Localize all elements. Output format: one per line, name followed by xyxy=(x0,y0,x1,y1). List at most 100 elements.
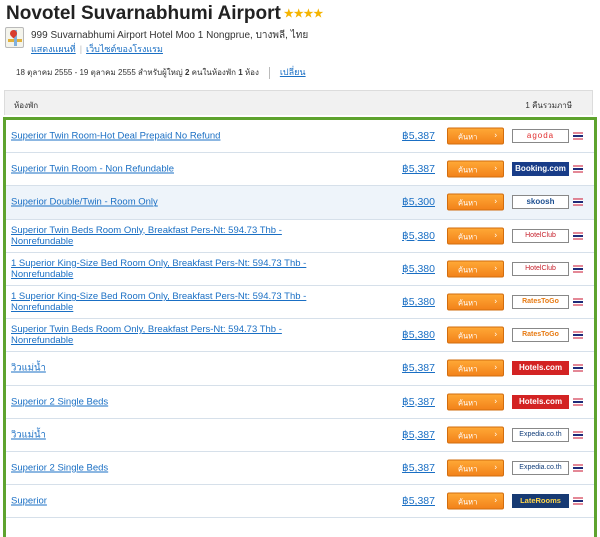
search-summary-mid: คนในห้องพัก xyxy=(189,68,239,77)
book-button-label: ค้นหา xyxy=(458,331,478,341)
price-link[interactable]: ฿5,387 xyxy=(402,495,435,507)
thai-flag-icon xyxy=(573,364,583,372)
hotel-title: Novotel Suvarnabhumi Airport ★★★★ xyxy=(6,3,323,25)
book-button[interactable]: ค้นหา › xyxy=(447,426,504,444)
book-button-label: ค้นหา xyxy=(458,132,478,142)
arrow-right-icon: › xyxy=(494,163,497,173)
results-list: Superior Twin Room-Hot Deal Prepaid No R… xyxy=(3,117,597,537)
book-button-label: ค้นหา xyxy=(458,165,478,175)
book-button[interactable]: ค้นหา › xyxy=(447,459,504,477)
hotelscom-logo[interactable]: Hotels.com xyxy=(512,361,569,376)
booking-logo[interactable]: Booking.com xyxy=(512,162,569,177)
room-name-link[interactable]: Superior 2 Single Beds xyxy=(11,462,311,473)
map-icon[interactable] xyxy=(5,27,24,48)
arrow-right-icon: › xyxy=(494,362,497,372)
room-name-link[interactable]: วิวแม่น้ำ xyxy=(11,363,311,374)
book-button[interactable]: ค้นหา › xyxy=(447,260,504,278)
hotelclub-logo[interactable]: HotelClub xyxy=(512,228,569,243)
price-link[interactable]: ฿5,387 xyxy=(402,362,435,374)
price-link[interactable]: ฿5,387 xyxy=(402,462,435,474)
price-column-header: 1 คืนรวมภาษี xyxy=(525,101,572,110)
result-row: Superior Twin Room-Hot Deal Prepaid No R… xyxy=(6,120,594,154)
link-separator: | xyxy=(79,44,83,54)
room-name-link[interactable]: 1 Superior King-Size Bed Room Only, Brea… xyxy=(11,258,311,280)
arrow-right-icon: › xyxy=(494,296,497,306)
arrow-right-icon: › xyxy=(494,396,497,406)
book-button[interactable]: ค้นหา › xyxy=(447,193,504,211)
expedia-logo[interactable]: Expedia.co.th xyxy=(512,427,569,442)
hotel-website-link[interactable]: เว็บไซต์ของโรงแรม xyxy=(86,44,163,54)
thai-flag-icon xyxy=(573,298,583,306)
results-header: ห้องพัก 1 คืนรวมภาษี xyxy=(4,90,593,115)
search-summary-prefix: 18 ตุลาคม 2555 - 19 ตุลาคม 2555 สำหรับผู… xyxy=(16,68,185,77)
ratestogo-logo[interactable]: RatesToGo xyxy=(512,328,569,343)
result-row: วิวแม่น้ำ ฿5,387 ค้นหา › Expedia.co.th xyxy=(6,418,594,452)
result-row: Superior Double/Twin - Room Only ฿5,300 ค้… xyxy=(6,186,594,220)
thai-flag-icon xyxy=(573,431,583,439)
arrow-right-icon: › xyxy=(494,263,497,273)
thai-flag-icon xyxy=(573,497,583,505)
hotel-address: 999 Suvarnabhumi Airport Hotel Moo 1 Non… xyxy=(31,30,309,41)
price-link[interactable]: ฿5,380 xyxy=(402,296,435,308)
book-button-label: ค้นหา xyxy=(458,398,478,408)
room-name-link[interactable]: Superior 2 Single Beds xyxy=(11,396,311,407)
agoda-logo[interactable]: agoda xyxy=(512,129,569,144)
thai-flag-icon xyxy=(573,198,583,206)
room-name-link[interactable]: Superior Double/Twin - Room Only xyxy=(11,197,311,208)
book-button-label: ค้นหา xyxy=(458,232,478,242)
price-link[interactable]: ฿5,380 xyxy=(402,263,435,275)
thai-flag-icon xyxy=(573,398,583,406)
thai-flag-icon xyxy=(573,331,583,339)
result-row: Superior 2 Single Beds ฿5,387 ค้นหา › Hotels… xyxy=(6,385,594,419)
result-row: 1 Superior King-Size Bed Room Only, Brea… xyxy=(6,252,594,286)
price-link[interactable]: ฿5,387 xyxy=(402,130,435,142)
price-link[interactable]: ฿5,300 xyxy=(402,196,435,208)
room-name-link[interactable]: 1 Superior King-Size Bed Room Only, Brea… xyxy=(11,291,311,313)
price-link[interactable]: ฿5,387 xyxy=(402,396,435,408)
arrow-right-icon: › xyxy=(494,130,497,140)
book-button-label: ค้นหา xyxy=(458,298,478,308)
book-button[interactable]: ค้นหา › xyxy=(447,492,504,510)
arrow-right-icon: › xyxy=(494,462,497,472)
laterooms-logo[interactable]: LateRooms xyxy=(512,494,569,509)
hotelscom-logo[interactable]: Hotels.com xyxy=(512,394,569,409)
thai-flag-icon xyxy=(573,464,583,472)
book-button-label: ค้นหา xyxy=(458,431,478,441)
room-column-header: ห้องพัก xyxy=(14,101,39,110)
room-name-link[interactable]: Superior xyxy=(11,496,311,507)
hotel-name: Novotel Suvarnabhumi Airport xyxy=(6,3,281,24)
book-button-label: ค้นหา xyxy=(458,497,478,507)
show-map-link[interactable]: แสดงแผนที่ xyxy=(31,44,76,54)
search-divider xyxy=(268,66,270,79)
result-row: Superior Twin Beds Room Only, Breakfast … xyxy=(6,219,594,253)
skoosh-logo[interactable]: skoosh xyxy=(512,195,569,210)
star-rating: ★★★★ xyxy=(283,8,324,20)
result-row: 1 Superior King-Size Bed Room Only, Brea… xyxy=(6,285,594,320)
ratestogo-logo[interactable]: RatesToGo xyxy=(512,295,569,310)
book-button[interactable]: ค้นหา › xyxy=(447,227,504,245)
book-button[interactable]: ค้นหา › xyxy=(447,127,504,145)
price-link[interactable]: ฿5,387 xyxy=(402,163,435,175)
room-name-link[interactable]: วิวแม่น้ำ xyxy=(11,429,311,440)
book-button[interactable]: ค้นหา › xyxy=(447,293,504,311)
price-link[interactable]: ฿5,380 xyxy=(402,230,435,242)
book-button-label: ค้นหา xyxy=(458,265,478,275)
price-link[interactable]: ฿5,380 xyxy=(402,329,435,341)
result-row: Superior 2 Single Beds ฿5,387 ค้นหา › Expedi… xyxy=(6,451,594,486)
room-name-link[interactable]: Superior Twin Room-Hot Deal Prepaid No R… xyxy=(11,131,311,142)
book-button[interactable]: ค้นหา › xyxy=(447,359,504,377)
thai-flag-icon xyxy=(573,232,583,240)
room-name-link[interactable]: Superior Twin Room - Non Refundable xyxy=(11,164,311,175)
price-link[interactable]: ฿5,387 xyxy=(402,429,435,441)
result-row: วิวแม่น้ำ ฿5,387 ค้นหา › Hotels.com xyxy=(6,352,594,386)
hotelclub-logo[interactable]: HotelClub xyxy=(512,261,569,276)
search-summary-suffix: ห้อง xyxy=(242,68,259,77)
change-search-link[interactable]: เปลี่ยน xyxy=(280,67,306,77)
book-button[interactable]: ค้นหา › xyxy=(447,393,504,411)
arrow-right-icon: › xyxy=(494,329,497,339)
room-name-link[interactable]: Superior Twin Beds Room Only, Breakfast … xyxy=(11,225,311,247)
room-name-link[interactable]: Superior Twin Beds Room Only, Breakfast … xyxy=(11,324,311,346)
expedia-logo[interactable]: Expedia.co.th xyxy=(512,460,569,475)
book-button[interactable]: ค้นหา › xyxy=(447,160,504,178)
book-button[interactable]: ค้นหา › xyxy=(447,326,504,344)
